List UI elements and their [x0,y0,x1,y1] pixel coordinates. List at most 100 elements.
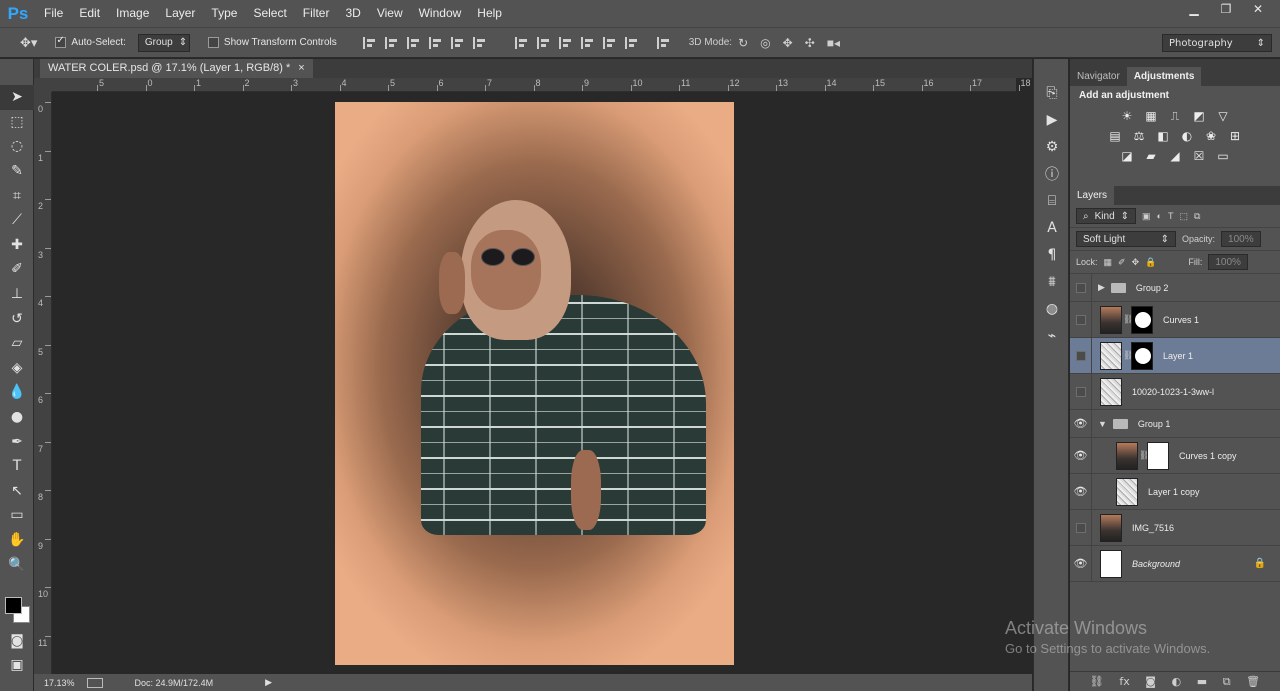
chain-link-icon[interactable]: ⛓ [1139,450,1150,461]
show-transform-checkbox[interactable] [207,37,219,48]
shape-filter-icon[interactable]: ⬚ [1179,211,1188,222]
auto-select-checkbox[interactable] [55,35,67,48]
levels-icon[interactable]: ▦ [1144,109,1159,123]
brightness-contrast-icon[interactable]: ☀ [1120,109,1135,123]
smart-filter-icon[interactable]: ⧉ [1194,211,1200,222]
3d-roll-icon[interactable]: ◎ [760,36,770,50]
channel-mixer-icon[interactable]: ❀ [1204,129,1219,143]
layer-mask-thumbnail[interactable] [1131,305,1153,334]
distribute-top-icon[interactable] [514,36,529,49]
tab-adjustments[interactable]: Adjustments [1126,67,1202,86]
tool-presets-icon[interactable]: ⌸ [1034,187,1070,214]
layer-row[interactable]: ▶ Group 2 [1070,274,1280,302]
menu-filter[interactable]: Filter [295,0,338,27]
lasso-tool-icon[interactable]: ◌ [0,134,34,159]
status-menu-arrow-icon[interactable]: ▶ [265,677,272,688]
visibility-toggle[interactable] [1070,374,1092,409]
brush-tool-icon[interactable]: ✐ [0,257,34,282]
lock-transparent-icon[interactable]: ▦ [1104,257,1113,268]
hand-tool-icon[interactable]: ✋ [0,528,34,553]
marquee-tool-icon[interactable]: ⬚ [0,110,34,135]
layer-row[interactable]: IMG_7516 [1070,510,1280,546]
layer-row[interactable]: 👁 ⛓ Curves 1 copy [1070,438,1280,474]
posterize-icon[interactable]: ▰ [1144,149,1159,163]
layer-style-icon[interactable]: fx [1119,675,1129,688]
gradient-map-icon[interactable]: ▭ [1216,149,1231,163]
chain-link-icon[interactable]: ⛓ [1123,350,1134,361]
visibility-toggle[interactable]: 👁 [1070,546,1092,581]
layer-row[interactable]: 👁 Background 🔒 [1070,546,1280,582]
delete-layer-icon[interactable]: 🗑 [1246,675,1260,688]
color-lookup-icon[interactable]: ⊞ [1228,129,1243,143]
lock-pixels-icon[interactable]: ✐ [1118,257,1126,268]
align-left-icon[interactable] [428,36,443,49]
auto-align-icon[interactable] [656,36,671,49]
document-tab[interactable]: WATER COLER.psd @ 17.1% (Layer 1, RGB/8)… [40,59,313,78]
new-group-icon[interactable]: ▬ [1197,675,1207,688]
eyedropper-tool-icon[interactable]: ⟋ [0,208,34,233]
auto-select-dropdown[interactable]: Group ⇕ [137,33,190,52]
visibility-toggle[interactable]: 👁 [1070,474,1092,509]
lock-position-icon[interactable]: ✥ [1132,257,1140,268]
horizontal-ruler[interactable]: 5 0 1 2 3 4 5 6 7 8 9 10 11 12 13 14 15 16 17 18 [52,78,1031,92]
black-white-icon[interactable]: ◧ [1156,129,1171,143]
adjustment-filter-icon[interactable]: ◐ [1157,211,1162,221]
invert-icon[interactable]: ◪ [1120,149,1135,163]
brush-presets-icon[interactable]: ⩩ [1034,268,1070,295]
distribute-bottom-icon[interactable] [558,36,573,49]
new-adjustment-icon[interactable]: ◐ [1172,675,1182,688]
paths-icon[interactable]: ⌁ [1034,322,1070,349]
3d-rotate-icon[interactable]: ↻ [738,36,748,50]
document-canvas[interactable] [335,102,734,665]
eraser-tool-icon[interactable]: ▱ [0,331,34,356]
expand-triangle-icon[interactable]: ▶ [1098,282,1105,293]
3d-drag-icon[interactable]: ✥ [783,36,793,50]
photo-filter-icon[interactable]: ◐ [1180,129,1195,143]
visibility-toggle[interactable] [1070,510,1092,545]
screen-mode-icon[interactable]: ▣ [0,653,34,678]
collapse-triangle-icon[interactable]: ▼ [1098,419,1107,429]
color-balance-icon[interactable]: ⚖ [1132,129,1147,143]
quick-select-tool-icon[interactable]: ✎ [0,159,34,184]
restore-button[interactable]: ❐ [1212,0,1240,18]
visibility-toggle[interactable]: 👁 [1070,410,1092,437]
healing-brush-tool-icon[interactable]: ✚ [0,233,34,258]
vertical-ruler[interactable]: 0 1 2 3 4 5 6 7 8 9 10 11 [34,92,52,674]
layer-row[interactable]: 👁 ▼ Group 1 [1070,410,1280,438]
selective-color-icon[interactable]: ☒ [1192,149,1207,163]
history-brush-tool-icon[interactable]: ↺ [0,306,34,331]
menu-window[interactable]: Window [411,0,470,27]
fill-field[interactable]: 100% [1208,254,1248,270]
paragraph-icon[interactable]: ¶ [1034,241,1070,268]
kind-filter-dropdown[interactable]: ⌕ Kind ⇕ [1076,208,1137,224]
zoom-level[interactable]: 17.13% [44,678,75,688]
paint-bucket-tool-icon[interactable]: ◈ [0,356,34,381]
workspace-dropdown[interactable]: Photography ⇕ [1162,34,1272,52]
styles-icon[interactable]: ◍ [1034,295,1070,322]
pixel-filter-icon[interactable]: ▣ [1142,211,1151,222]
add-mask-icon[interactable]: ◙ [1145,675,1156,688]
zoom-tool-icon[interactable]: 🔍 [0,552,34,577]
pen-tool-icon[interactable]: ✒ [0,429,34,454]
curves-icon[interactable]: ⎍ [1168,109,1183,123]
3d-slide-icon[interactable]: ✣ [805,36,815,50]
move-tool-icon[interactable]: ➤ [0,85,34,110]
rectangle-tool-icon[interactable]: ▭ [0,503,34,528]
vibrance-icon[interactable]: ▽ [1216,109,1231,123]
menu-view[interactable]: View [369,0,411,27]
menu-image[interactable]: Image [108,0,157,27]
link-layers-icon[interactable]: ⛓ [1090,675,1104,688]
type-filter-icon[interactable]: T [1168,211,1174,221]
move-tool-preset-icon[interactable]: ✥▾ [20,35,37,51]
quick-mask-icon[interactable]: ◙ [0,629,34,654]
align-bottom-icon[interactable] [406,36,421,49]
tab-layers[interactable]: Layers [1070,186,1115,205]
menu-3d[interactable]: 3D [337,0,368,27]
layer-row[interactable]: 👁 Layer 1 copy [1070,474,1280,510]
blur-tool-icon[interactable]: 💧 [0,380,34,405]
hue-saturation-icon[interactable]: ▤ [1108,129,1123,143]
menu-file[interactable]: File [36,0,71,27]
history-icon[interactable]: ⎘ [1034,79,1070,106]
menu-layer[interactable]: Layer [157,0,203,27]
crop-tool-icon[interactable]: ⌗ [0,183,34,208]
